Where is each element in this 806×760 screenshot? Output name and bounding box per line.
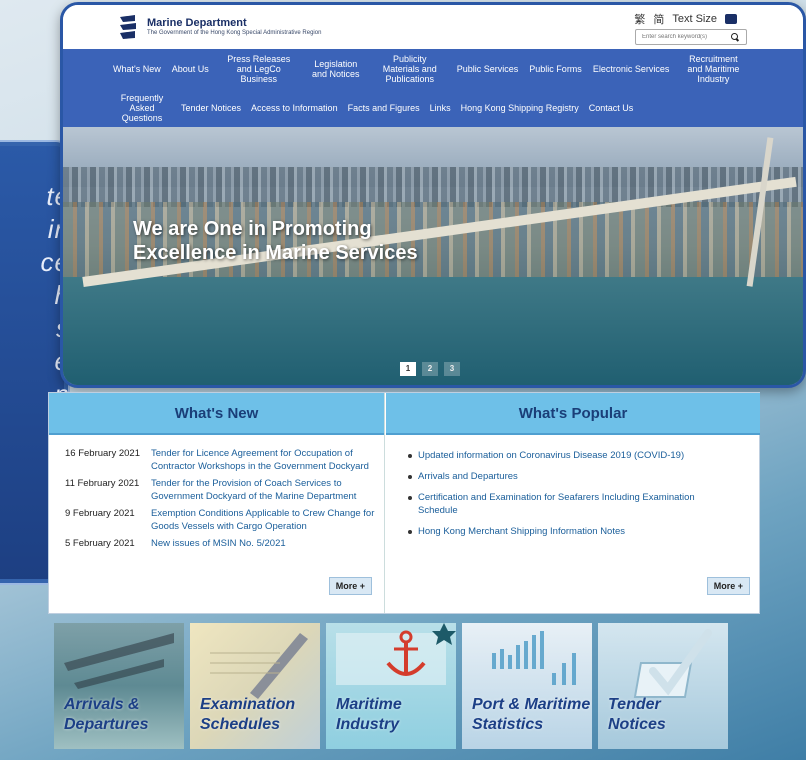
tile-label: Maritime Industry: [336, 695, 402, 735]
popular-link[interactable]: Arrivals and Departures: [408, 470, 728, 483]
news-date: 5 February 2021: [65, 538, 135, 549]
nav-legislation[interactable]: Legislation and Notices: [309, 59, 363, 79]
whats-new-column: What's New 16 February 2021 Tender for L…: [49, 393, 385, 613]
popular-link[interactable]: Certification and Examination for Seafar…: [408, 491, 728, 517]
news-link[interactable]: Tender for the Provision of Coach Servic…: [151, 477, 381, 503]
list-item: 9 February 2021 Exemption Conditions App…: [65, 507, 384, 533]
tile-label: Tender Notices: [608, 695, 666, 735]
tile-label-line: Schedules: [200, 716, 281, 733]
nav-whats-new[interactable]: What's New: [113, 64, 161, 74]
nav-press-releases[interactable]: Press Releases and LegCo Business: [220, 54, 298, 84]
hero-title-line1: We are One in Promoting: [133, 218, 372, 240]
nav-links[interactable]: Links: [430, 103, 451, 113]
org-name[interactable]: Marine Department: [147, 17, 247, 29]
nav-about-us[interactable]: About Us: [172, 64, 209, 74]
tile-maritime-industry[interactable]: Maritime Industry: [326, 623, 456, 749]
nav-access-info[interactable]: Access to Information: [251, 103, 338, 113]
whats-new-heading: What's New: [49, 393, 384, 435]
site-header: Marine Department The Government of the …: [63, 5, 803, 49]
website-card: Marine Department The Government of the …: [60, 2, 806, 388]
nav-publicity[interactable]: Publicity Materials and Publications: [374, 54, 446, 84]
news-date: 9 February 2021: [65, 508, 135, 519]
search-box: [635, 29, 747, 45]
main-nav: What's New About Us Press Releases and L…: [63, 49, 803, 127]
whats-popular-more-button[interactable]: More +: [706, 577, 750, 595]
lang-simplified-link[interactable]: 简: [653, 11, 664, 27]
list-item: 11 February 2021 Tender for the Provisio…: [65, 477, 384, 503]
tile-label-line: Port & Maritime: [472, 696, 591, 713]
tile-label: Port & Maritime Statistics: [472, 695, 590, 735]
tile-label-line: Examination: [200, 696, 296, 713]
nav-electronic-services[interactable]: Electronic Services: [593, 64, 670, 74]
slide-2-button[interactable]: 2: [422, 362, 438, 376]
nav-row-1: What's New About Us Press Releases and L…: [63, 49, 803, 88]
whats-popular-list: Updated information on Coronavirus Disea…: [386, 435, 760, 538]
tile-label-line: Statistics: [472, 716, 544, 733]
list-item: 16 February 2021 Tender for Licence Agre…: [65, 447, 384, 473]
nav-recruitment[interactable]: Recruitment and Maritime Industry: [680, 54, 746, 84]
nav-public-services[interactable]: Public Services: [457, 64, 519, 74]
news-link[interactable]: Exemption Conditions Applicable to Crew …: [151, 507, 381, 533]
printer-icon[interactable]: [725, 14, 737, 24]
nav-public-forms[interactable]: Public Forms: [529, 64, 582, 74]
popular-link[interactable]: Updated information on Coronavirus Disea…: [408, 449, 728, 462]
whats-new-list: 16 February 2021 Tender for Licence Agre…: [49, 435, 384, 550]
news-link[interactable]: New issues of MSIN No. 5/2021: [151, 537, 381, 550]
nav-contact-us[interactable]: Contact Us: [589, 103, 634, 113]
whats-popular-column: What's Popular Updated information on Co…: [386, 393, 760, 613]
slide-1-button[interactable]: 1: [400, 362, 416, 376]
nav-faq[interactable]: Frequently Asked Questions: [113, 93, 171, 123]
tile-label-line: Departures: [64, 716, 149, 733]
news-section: What's New 16 February 2021 Tender for L…: [48, 392, 760, 614]
hero-title: We are One in Promoting Excellence in Ma…: [133, 217, 418, 265]
tile-label-line: Tender: [608, 696, 661, 713]
popular-link[interactable]: Hong Kong Merchant Shipping Information …: [408, 525, 728, 538]
text-size-link[interactable]: Text Size: [672, 13, 717, 25]
tile-label-line: Notices: [608, 716, 666, 733]
hero-title-line2: Excellence in Marine Services: [133, 242, 418, 264]
news-date: 11 February 2021: [65, 478, 140, 489]
nav-tender-notices[interactable]: Tender Notices: [181, 103, 241, 113]
news-link[interactable]: Tender for Licence Agreement for Occupat…: [151, 447, 381, 473]
whats-popular-heading: What's Popular: [386, 393, 760, 435]
org-subtitle: The Government of the Hong Kong Special …: [147, 30, 322, 36]
hero-banner[interactable]: We are One in Promoting Excellence in Ma…: [63, 127, 803, 385]
marine-department-logo-icon[interactable]: [117, 13, 139, 41]
nav-shipping-registry[interactable]: Hong Kong Shipping Registry: [461, 103, 579, 113]
tile-port-maritime-statistics[interactable]: Port & Maritime Statistics: [462, 623, 592, 749]
slide-pager: 1 2 3: [400, 362, 460, 376]
tile-label-line: Industry: [336, 716, 400, 733]
list-item: 5 February 2021 New issues of MSIN No. 5…: [65, 537, 384, 550]
quick-link-tiles: Arrivals & Departures Examination Schedu…: [48, 620, 760, 752]
lang-traditional-link[interactable]: 繁: [634, 11, 645, 27]
tile-label-line: Maritime: [336, 696, 402, 713]
tile-label: Examination Schedules: [200, 695, 295, 735]
search-icon[interactable]: [730, 32, 740, 42]
tile-arrivals-departures[interactable]: Arrivals & Departures: [54, 623, 184, 749]
search-input[interactable]: [636, 34, 730, 40]
nav-facts-figures[interactable]: Facts and Figures: [348, 103, 420, 113]
whats-new-more-button[interactable]: More +: [328, 577, 372, 595]
tile-tender-notices[interactable]: Tender Notices: [598, 623, 728, 749]
tile-label-line: Arrivals &: [64, 696, 140, 713]
tile-examination-schedules[interactable]: Examination Schedules: [190, 623, 320, 749]
news-date: 16 February 2021: [65, 448, 140, 459]
slide-3-button[interactable]: 3: [444, 362, 460, 376]
tile-label: Arrivals & Departures: [64, 695, 148, 735]
language-bar: 繁 简 Text Size: [634, 11, 737, 27]
nav-row-2: Frequently Asked Questions Tender Notice…: [63, 88, 803, 127]
